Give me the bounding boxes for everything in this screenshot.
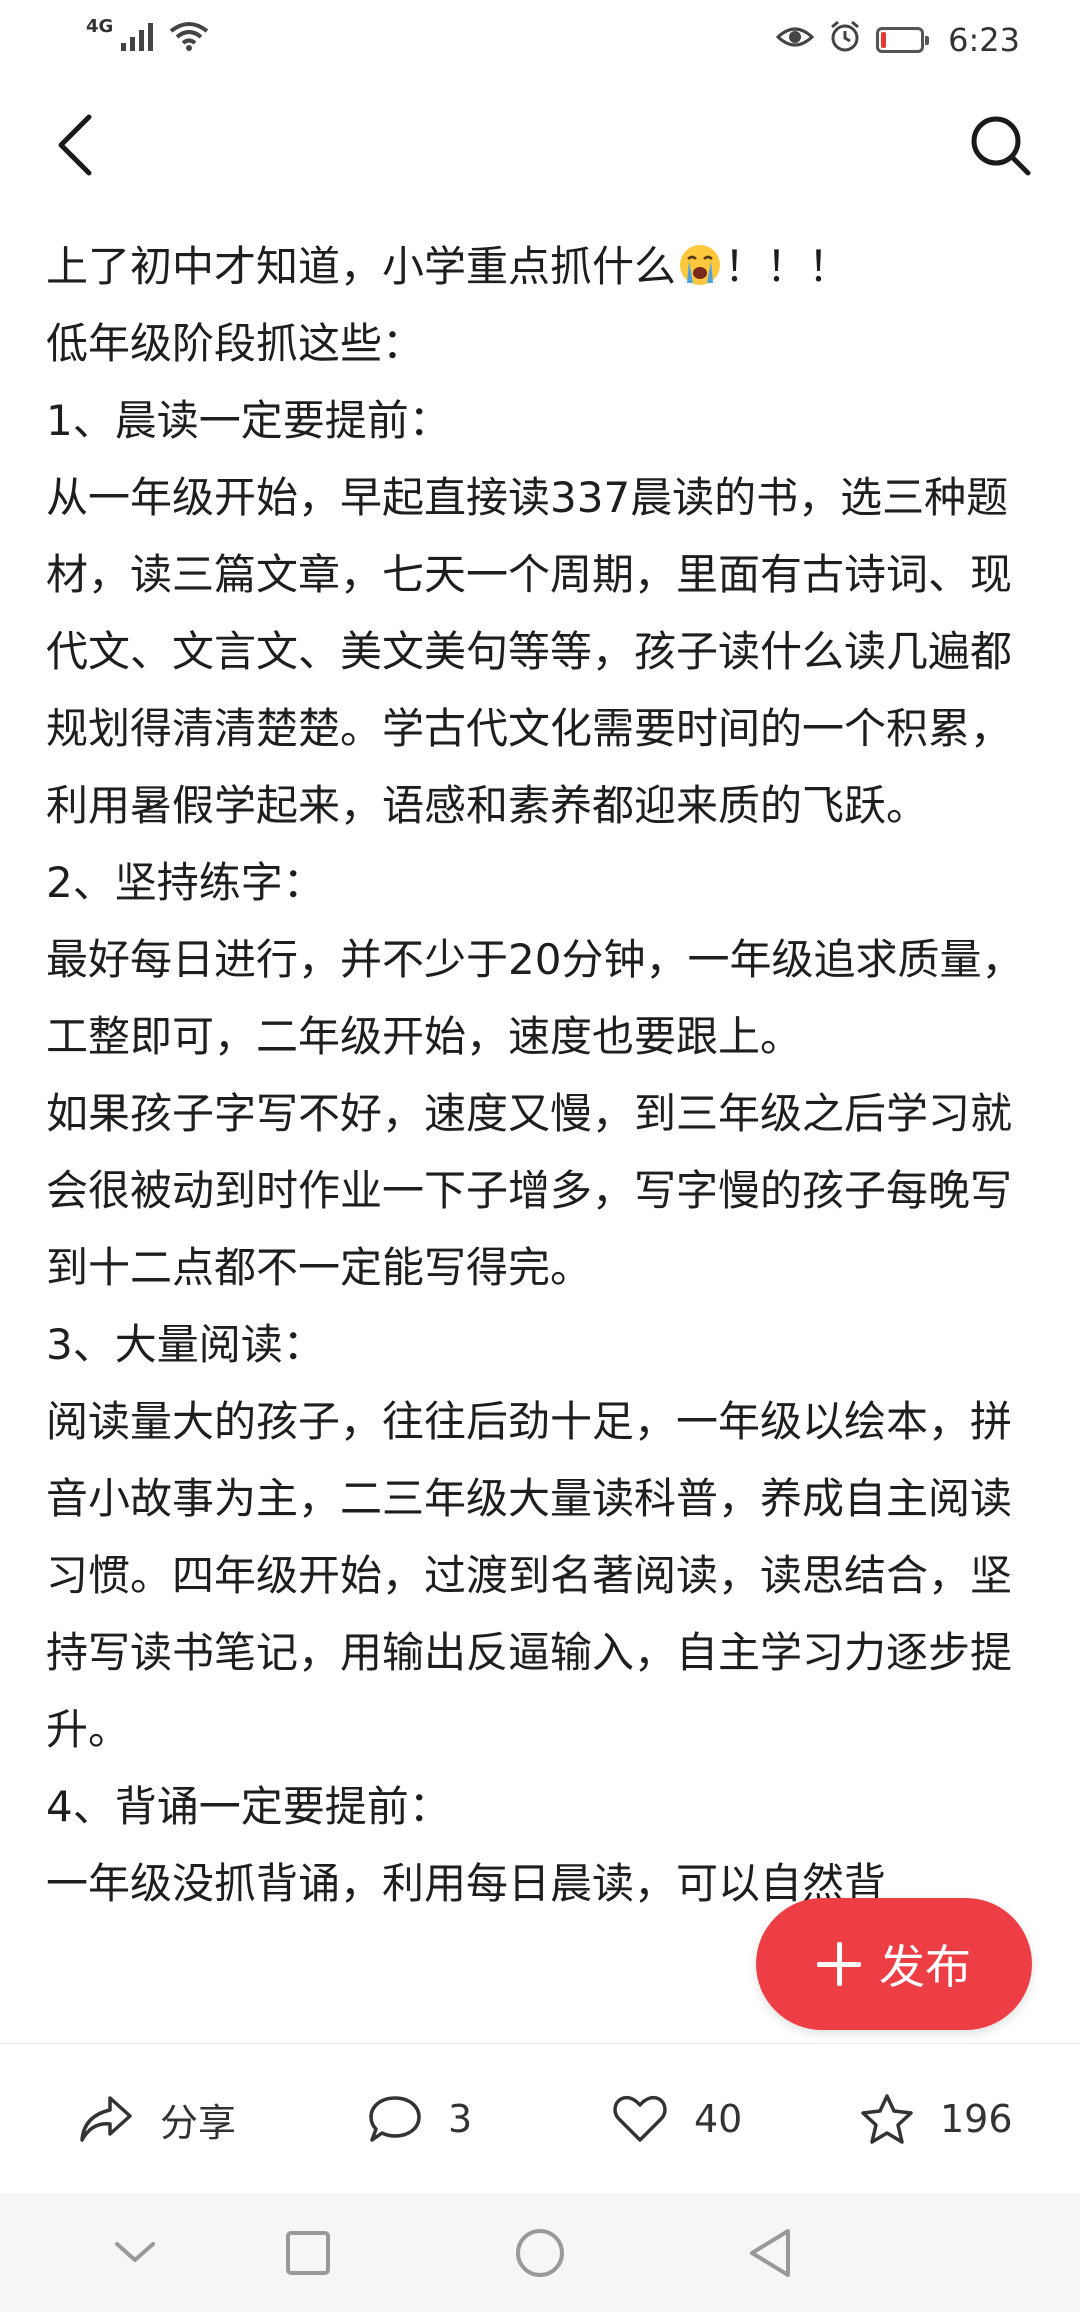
status-left: 4G <box>86 16 209 60</box>
article-paragraph: 最好每日进行，并不少于20分钟，一年级追求质量，工整即可，二年级开始，速度也要跟… <box>46 935 1024 1061</box>
article-body: 上了初中才知道，小学重点抓什么 ！！！ 低年级阶段抓这些： 1、晨读一定要提前：… <box>46 228 1046 2043</box>
comment-button[interactable]: 3 <box>368 2044 472 2194</box>
article-paragraph: 3、大量阅读： <box>46 1320 325 1369</box>
circle-icon <box>516 2229 564 2277</box>
like-count: 40 <box>694 2097 743 2141</box>
heart-icon <box>613 2095 667 2142</box>
favorite-count: 196 <box>940 2097 1013 2141</box>
chevron-left-icon <box>58 114 92 176</box>
nav-recents-button[interactable] <box>268 2213 348 2293</box>
paragraph-text: 上了初中才知道，小学重点抓什么 <box>46 242 677 291</box>
chevron-down-icon <box>115 2242 155 2262</box>
star-icon <box>861 2094 913 2144</box>
article-paragraph: 2、坚持练字： <box>46 858 325 907</box>
paragraph-text: ！！！ <box>724 242 851 291</box>
alarm-icon <box>828 19 862 62</box>
favorite-button[interactable]: 196 <box>860 2044 1013 2194</box>
network-type: 4G <box>86 15 114 37</box>
plus-icon <box>817 1942 861 1986</box>
article-paragraph: 低年级阶段抓这些： <box>46 319 425 368</box>
battery-icon <box>876 27 930 53</box>
article-paragraph: 如果孩子字写不好，速度又慢，到三年级之后学习就会很被动到时作业一下子增多，写字慢… <box>46 1089 1013 1292</box>
article-paragraph: 阅读量大的孩子，往往后劲十足，一年级以绘本，拼音小故事为主，二三年级大量读科普，… <box>46 1397 1013 1754</box>
share-label: 分享 <box>160 2100 237 2145</box>
share-icon <box>80 2096 132 2142</box>
system-nav-bar <box>0 2193 1080 2312</box>
action-bar: 分享 3 40 196 <box>0 2043 1080 2193</box>
search-button[interactable] <box>960 110 1040 180</box>
back-button[interactable] <box>40 110 110 180</box>
clock: 6:23 <box>948 21 1020 59</box>
eye-icon <box>775 20 815 60</box>
article-paragraph: 1、晨读一定要提前： <box>46 396 451 445</box>
top-header <box>0 90 1080 200</box>
battery-level <box>881 32 886 48</box>
nav-back-button[interactable] <box>730 2213 810 2293</box>
comment-count: 3 <box>448 2097 473 2141</box>
search-icon <box>971 116 1031 176</box>
crying-face-icon <box>680 245 721 285</box>
status-right: 6:23 <box>775 19 1020 62</box>
article-paragraph: 上了初中才知道，小学重点抓什么 ！！！ <box>46 228 1046 305</box>
share-button[interactable]: 分享 <box>78 2044 236 2194</box>
like-button[interactable]: 40 <box>612 2044 742 2194</box>
publish-label: 发布 <box>879 1940 971 1994</box>
article-paragraph: 4、背诵一定要提前： <box>46 1782 451 1831</box>
article-paragraph: 从一年级开始，早起直接读337晨读的书，选三种题材，读三篇文章，七天一个周期，里… <box>46 473 1013 830</box>
signal-icon <box>121 20 155 60</box>
comment-icon <box>369 2096 421 2142</box>
nav-hide-button[interactable] <box>95 2213 175 2293</box>
nav-home-button[interactable] <box>500 2213 580 2293</box>
status-bar: 4G 6:23 <box>0 0 1080 80</box>
wifi-icon <box>169 20 209 60</box>
publish-button[interactable]: 发布 <box>756 1898 1032 2030</box>
square-icon <box>286 2231 330 2275</box>
triangle-back-icon <box>750 2229 790 2277</box>
